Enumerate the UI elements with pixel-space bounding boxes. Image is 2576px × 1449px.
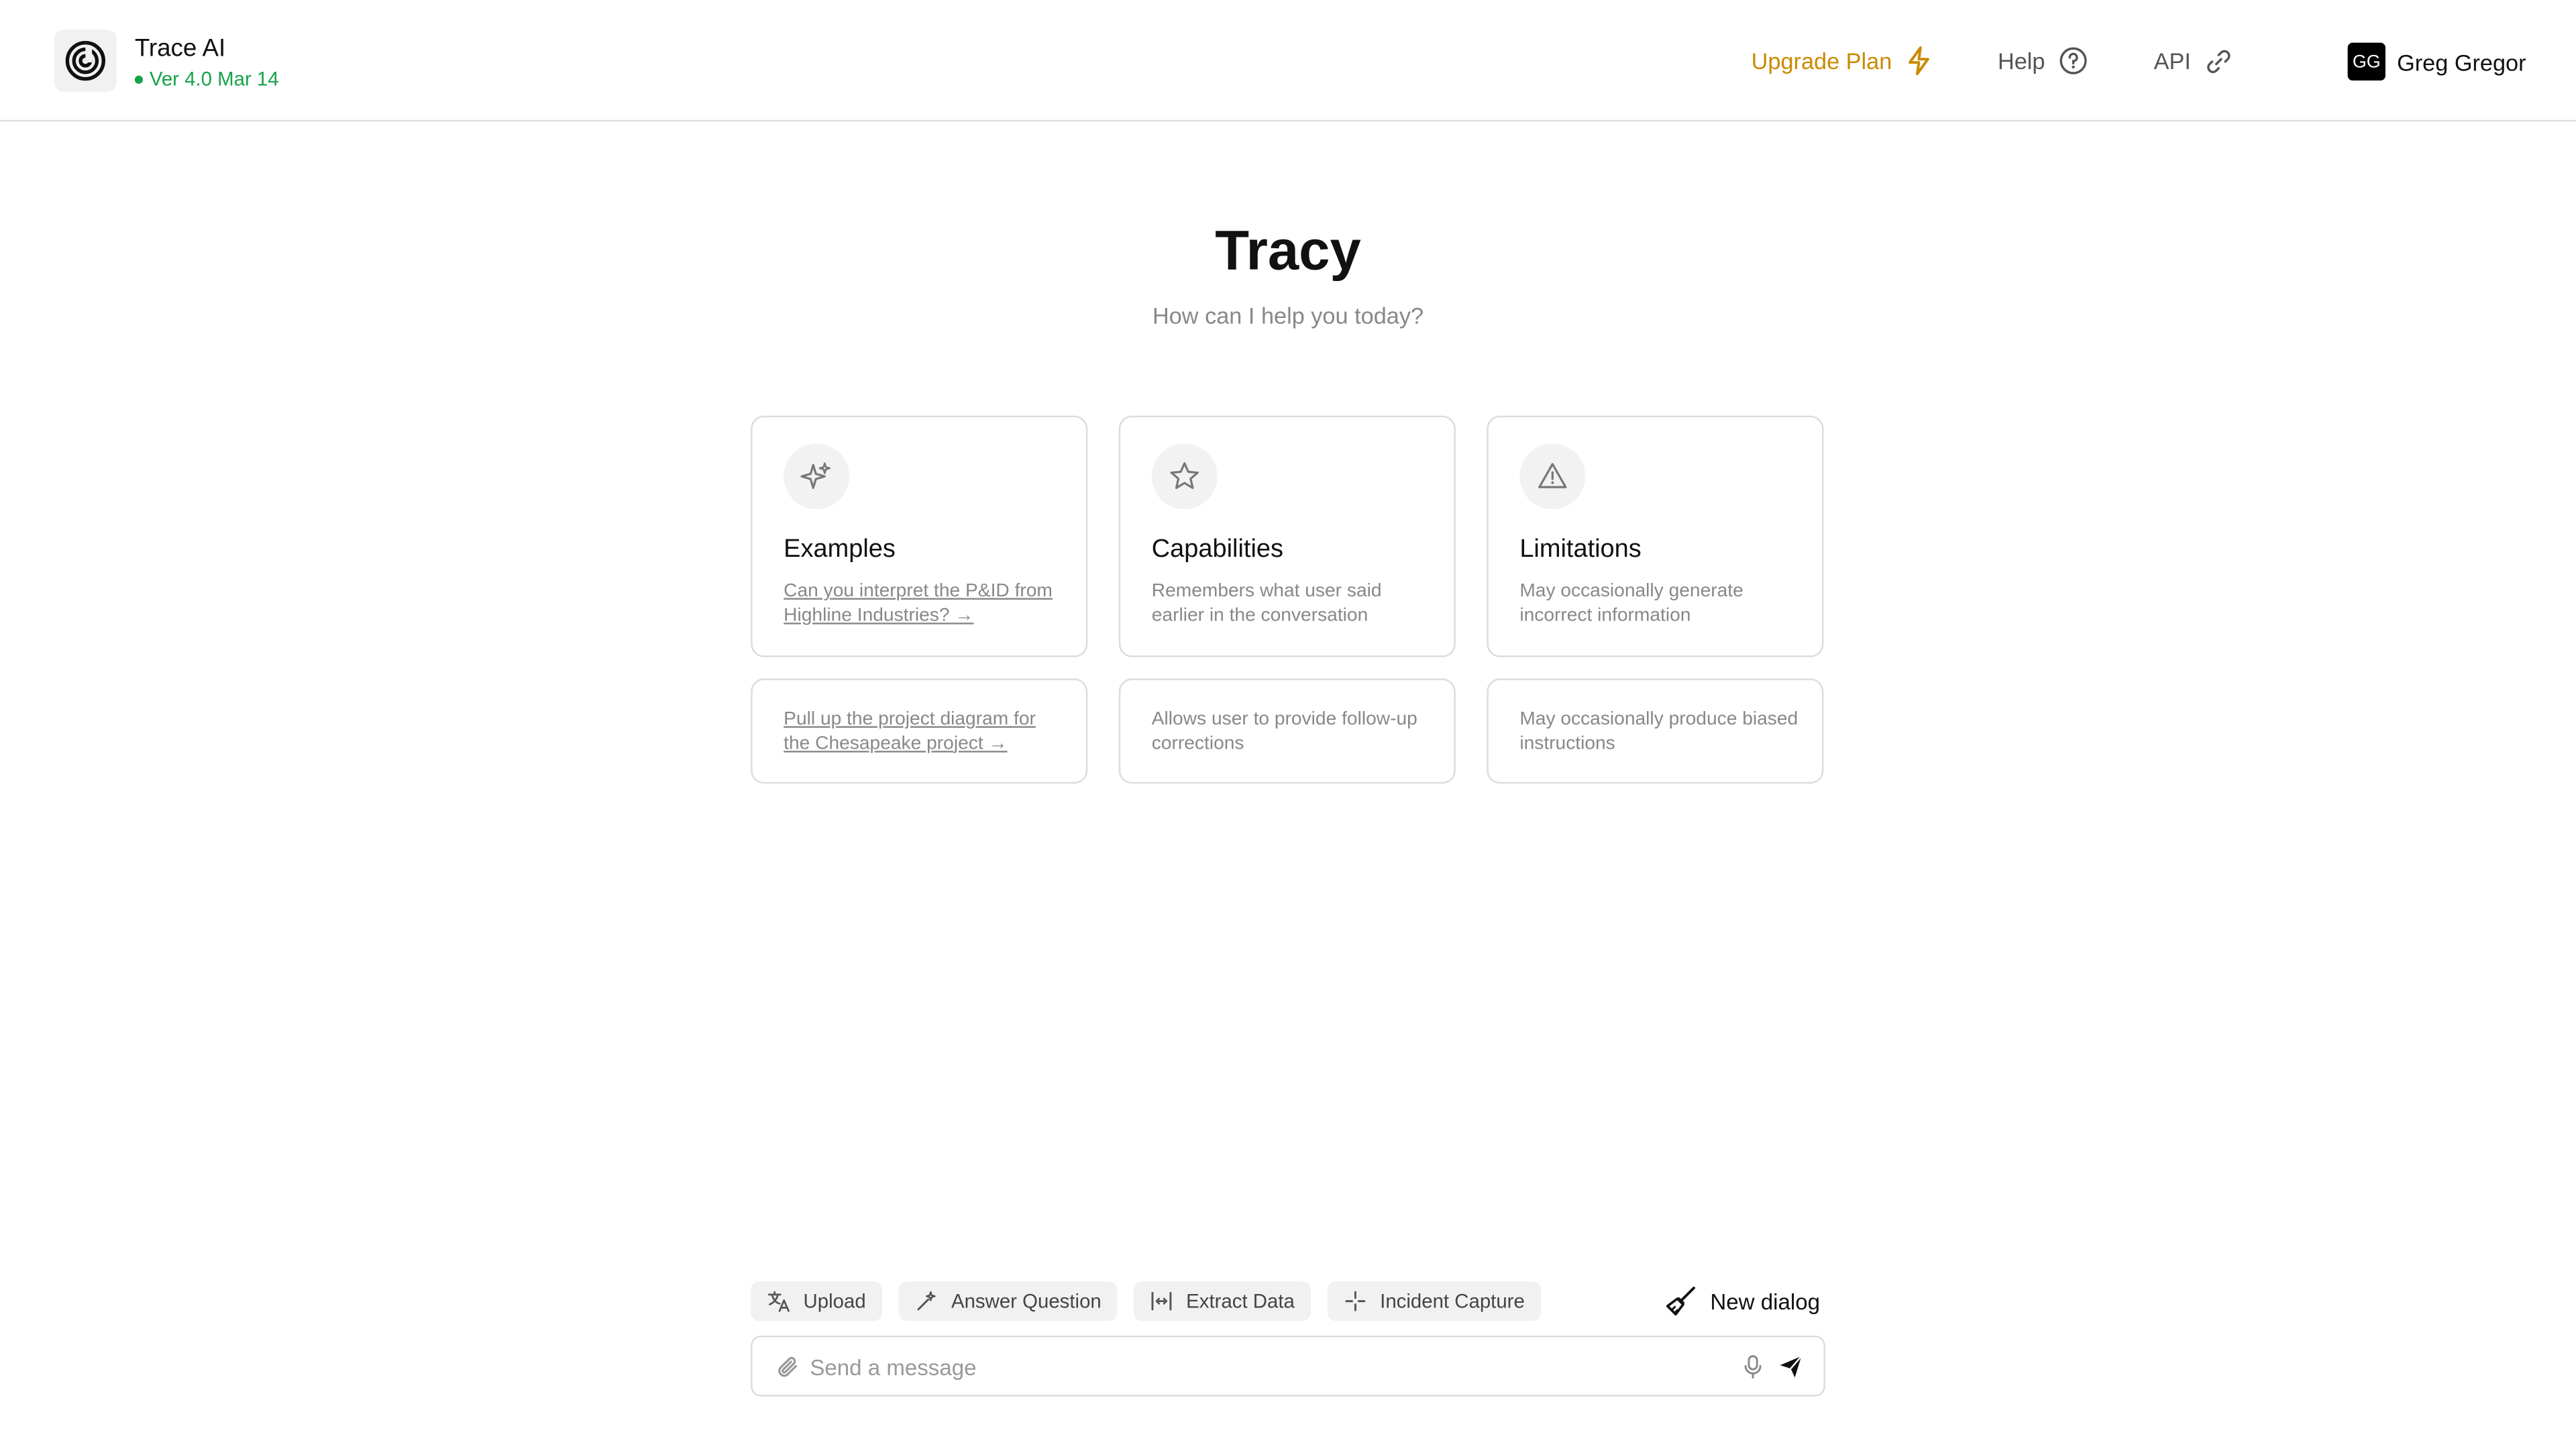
app-root: Trace AI Ver 4.0 Mar 14 Upgrade Plan Hel… bbox=[0, 0, 2576, 1449]
extract-data-label: Extract Data bbox=[1186, 1289, 1295, 1313]
example-prompt-link[interactable]: Pull up the project diagram for the Ches… bbox=[784, 708, 1066, 756]
microphone-icon[interactable] bbox=[1741, 1354, 1764, 1380]
help-link[interactable]: Help bbox=[1998, 43, 2088, 79]
translate-icon bbox=[767, 1291, 790, 1312]
upgrade-plan-label: Upgrade Plan bbox=[1751, 48, 1892, 74]
examples-card: Examples Can you interpret the P&ID from… bbox=[751, 415, 1088, 657]
send-icon[interactable] bbox=[1778, 1354, 1804, 1380]
limitations-heading: Limitations bbox=[1519, 535, 1642, 564]
message-composer bbox=[751, 1336, 1825, 1397]
status-dot bbox=[134, 74, 144, 83]
api-label: API bbox=[2153, 48, 2191, 74]
incident-capture-label: Incident Capture bbox=[1380, 1289, 1525, 1313]
app-logo[interactable] bbox=[54, 30, 117, 93]
broom-icon bbox=[1666, 1287, 1695, 1316]
app-title: Trace AI bbox=[134, 34, 226, 63]
version-label: Ver 4.0 Mar 14 bbox=[149, 67, 279, 91]
capabilities-heading: Capabilities bbox=[1151, 535, 1284, 564]
avatar: GG bbox=[2347, 42, 2385, 81]
examples-heading: Examples bbox=[784, 535, 896, 564]
limitation-text: May occasionally produce biased instruct… bbox=[1519, 709, 1799, 753]
help-label: Help bbox=[1997, 48, 2045, 74]
lightning-icon bbox=[1908, 46, 1929, 76]
capability-card-2: Allows user to provide follow-up correct… bbox=[1118, 678, 1456, 784]
limitations-card: Limitations May occasionally generate in… bbox=[1487, 415, 1824, 657]
capabilities-card: Capabilities Remembers what user said ea… bbox=[1118, 415, 1456, 657]
assistant-title: Tracy bbox=[1215, 220, 1361, 283]
limitation-text: May occasionally generate incorrect info… bbox=[1519, 581, 1743, 625]
user-name: Greg Gregor bbox=[2397, 48, 2526, 75]
top-bar: Trace AI Ver 4.0 Mar 14 Upgrade Plan Hel… bbox=[0, 0, 2576, 122]
link-icon bbox=[2206, 49, 2230, 72]
new-dialog-button[interactable]: New dialog bbox=[1664, 1281, 1820, 1321]
answer-question-label: Answer Question bbox=[951, 1289, 1102, 1313]
upgrade-plan-link[interactable]: Upgrade Plan bbox=[1752, 43, 1931, 79]
magic-wand-icon bbox=[917, 1291, 936, 1311]
capability-text: Remembers what user said earlier in the … bbox=[1151, 581, 1382, 625]
column-width-icon bbox=[1151, 1291, 1172, 1311]
paperclip-icon[interactable] bbox=[775, 1354, 802, 1380]
sparkles-icon bbox=[784, 443, 850, 510]
answer-question-button[interactable]: Answer Question bbox=[898, 1281, 1118, 1321]
example-card-2[interactable]: Pull up the project diagram for the Ches… bbox=[751, 678, 1088, 784]
user-menu[interactable]: GG Greg Gregor bbox=[2347, 42, 2526, 81]
star-icon bbox=[1151, 443, 1218, 510]
limitation-card-2: May occasionally produce biased instruct… bbox=[1487, 678, 1824, 784]
capability-text: Allows user to provide follow-up correct… bbox=[1151, 709, 1417, 753]
upload-label: Upload bbox=[803, 1289, 866, 1313]
message-input[interactable] bbox=[810, 1347, 1722, 1387]
incident-capture-button[interactable]: Incident Capture bbox=[1327, 1281, 1542, 1321]
api-link[interactable]: API bbox=[2154, 43, 2233, 79]
assistant-subtitle: How can I help you today? bbox=[1152, 302, 1424, 329]
focus-icon bbox=[1345, 1291, 1366, 1311]
extract-data-button[interactable]: Extract Data bbox=[1133, 1281, 1311, 1321]
warning-icon bbox=[1519, 443, 1586, 510]
new-dialog-label: New dialog bbox=[1710, 1289, 1820, 1313]
question-circle-icon bbox=[2059, 47, 2087, 74]
app-version: Ver 4.0 Mar 14 bbox=[134, 67, 279, 91]
example-prompt-link[interactable]: Can you interpret the P&ID from Highline… bbox=[784, 580, 1066, 627]
spiral-logo-icon bbox=[65, 39, 105, 81]
upload-button[interactable]: Upload bbox=[751, 1281, 883, 1321]
